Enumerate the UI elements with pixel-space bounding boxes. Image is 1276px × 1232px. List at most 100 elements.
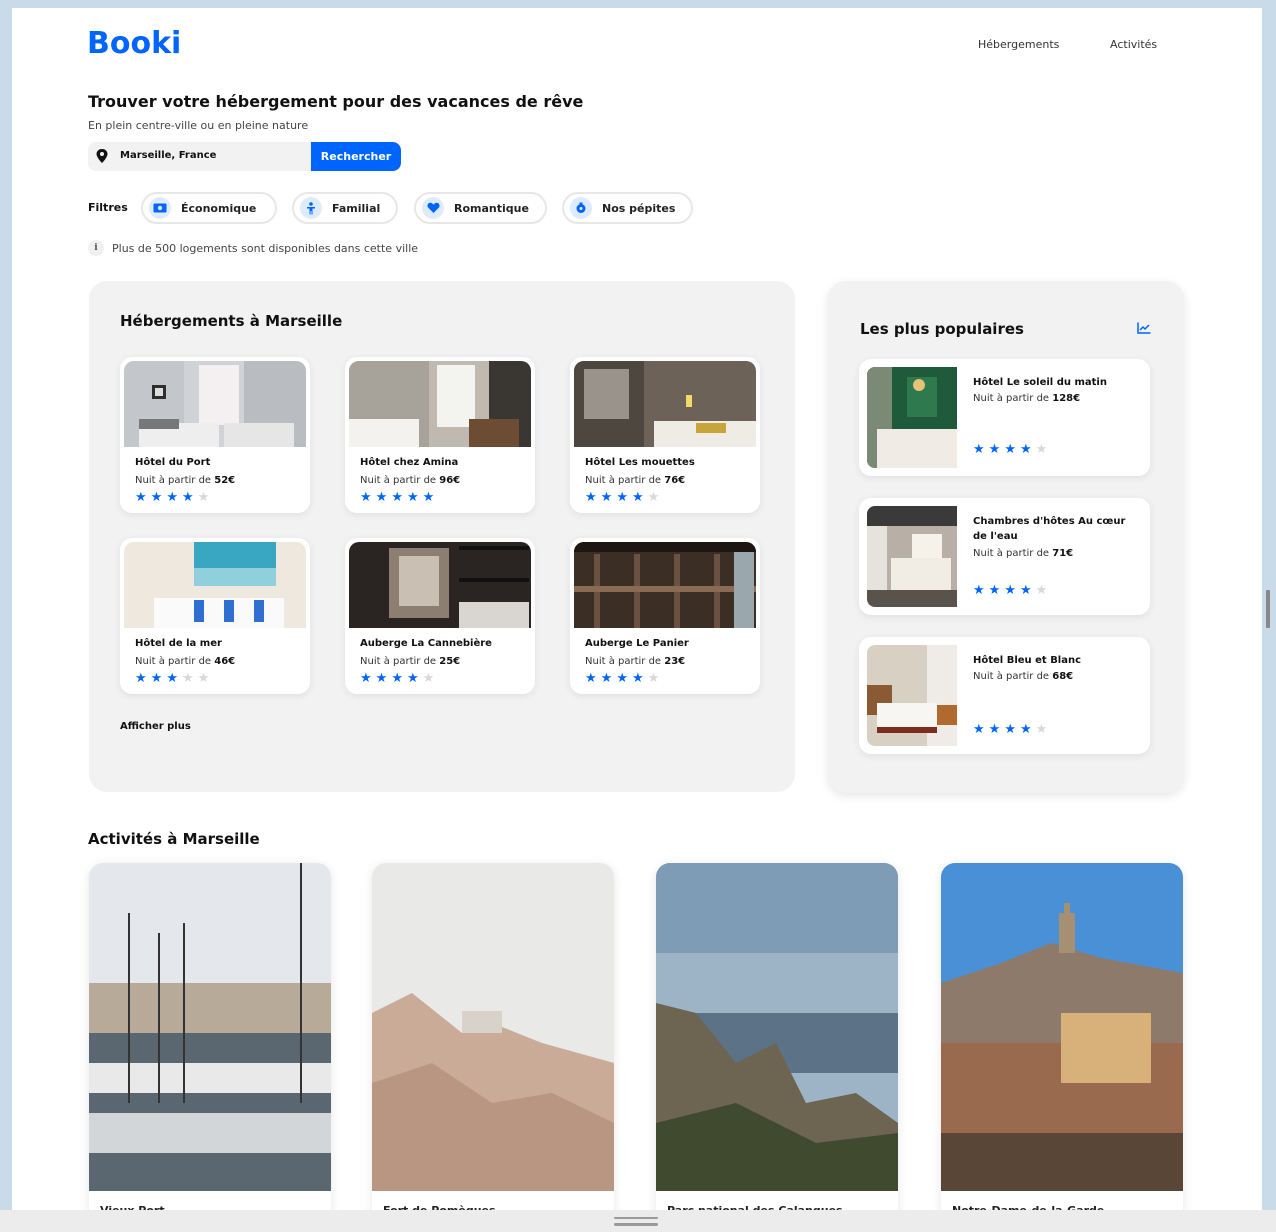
- price-prefix: Nuit à partir de: [585, 656, 665, 667]
- star-icon: ★: [1019, 442, 1032, 457]
- price-value: 76€: [664, 475, 686, 486]
- star-icon: ★: [181, 490, 194, 505]
- accommodations-title: Hébergements à Marseille: [120, 312, 343, 330]
- nav-link-hebergements[interactable]: Hébergements: [978, 38, 1059, 51]
- activity-card[interactable]: Vieux Port: [89, 863, 331, 1218]
- rating: ★ ★ ★ ★ ★: [135, 491, 209, 504]
- accommodation-card[interactable]: Hôtel de la mer Nuit à partir de 46€ ★ ★ ★…: [120, 538, 310, 694]
- star-icon: ★: [1019, 583, 1032, 598]
- price-value: 46€: [214, 656, 236, 667]
- activity-photo: [941, 863, 1183, 1191]
- hotel-photo: [349, 542, 531, 628]
- filter-chip-label: Nos pépites: [602, 201, 676, 215]
- star-icon: ★: [406, 671, 419, 686]
- popular-title: Les plus populaires: [860, 320, 1024, 338]
- popular-card[interactable]: Hôtel Le soleil du matin Nuit à partir d…: [859, 359, 1150, 476]
- popular-card[interactable]: Hôtel Bleu et Blanc Nuit à partir de 68€…: [859, 637, 1150, 754]
- star-icon: ★: [197, 490, 210, 505]
- show-more-link[interactable]: Afficher plus: [120, 721, 191, 732]
- activity-photo: [89, 863, 331, 1191]
- nav-link-activites[interactable]: Activités: [1110, 38, 1157, 51]
- activity-photo: [372, 863, 614, 1191]
- hotel-name: Auberge La Cannebière: [360, 638, 492, 649]
- filter-chip-familial[interactable]: Familial: [292, 192, 398, 224]
- activity-card[interactable]: Fort de Pomègues: [372, 863, 614, 1218]
- search-input[interactable]: Marseille, France: [120, 150, 216, 161]
- star-icon: ★: [631, 671, 644, 686]
- rating: ★ ★ ★ ★ ★: [973, 443, 1047, 456]
- price-prefix: Nuit à partir de: [360, 656, 440, 667]
- star-icon: ★: [585, 490, 597, 505]
- accommodation-card[interactable]: Hôtel du Port Nuit à partir de 52€ ★ ★ ★ ★ ★: [120, 357, 310, 513]
- search-button[interactable]: Rechercher: [311, 142, 401, 171]
- accommodation-card[interactable]: Hôtel Les mouettes Nuit à partir de 76€ …: [570, 357, 760, 513]
- star-icon: ★: [988, 583, 1001, 598]
- map-pin-icon: [96, 149, 108, 163]
- star-icon: ★: [135, 671, 147, 686]
- hotel-photo: [574, 361, 756, 447]
- price-prefix: Nuit à partir de: [135, 475, 215, 486]
- price-value: 25€: [439, 656, 461, 667]
- info-message: i Plus de 500 logements sont disponibles…: [88, 240, 418, 256]
- page: Booki Hébergements Activités Trouver vot…: [12, 8, 1262, 1218]
- star-icon: ★: [973, 583, 985, 598]
- hotel-photo: [349, 361, 531, 447]
- rating: ★ ★ ★ ★ ★: [585, 491, 659, 504]
- price-value: 68€: [1052, 671, 1074, 682]
- rating: ★ ★ ★ ★ ★: [360, 491, 434, 504]
- filters-label: Filtres: [88, 201, 128, 214]
- filter-chip-romantique[interactable]: Romantique: [414, 192, 547, 224]
- star-icon: ★: [600, 671, 613, 686]
- hotel-photo: [574, 542, 756, 628]
- hero-title: Trouver votre hébergement pour des vacan…: [88, 92, 584, 111]
- star-icon: ★: [973, 722, 985, 737]
- filter-chip-nos-pepites[interactable]: Nos pépites: [562, 192, 693, 224]
- filter-chip-economique[interactable]: Économique: [141, 192, 277, 224]
- rating: ★ ★ ★ ★ ★: [360, 672, 434, 685]
- popular-card[interactable]: Chambres d'hôtes Au cœur de l'eau Nuit à…: [859, 498, 1150, 615]
- star-icon: ★: [1004, 722, 1016, 737]
- accommodation-card[interactable]: Hôtel chez Amina Nuit à partir de 96€ ★ ★…: [345, 357, 535, 513]
- price-value: 52€: [214, 475, 236, 486]
- hotel-price: Nuit à partir de 128€: [973, 393, 1080, 404]
- hotel-photo: [867, 506, 957, 607]
- resize-handle[interactable]: [614, 1223, 658, 1226]
- bottom-bar: [0, 1210, 1276, 1232]
- rating: ★ ★ ★ ★ ★: [973, 584, 1047, 597]
- star-icon: ★: [360, 490, 372, 505]
- activities-title: Activités à Marseille: [88, 830, 260, 848]
- star-icon: ★: [1019, 722, 1032, 737]
- hotel-price: Nuit à partir de 96€: [360, 475, 460, 486]
- star-icon: ★: [166, 490, 178, 505]
- accommodation-card[interactable]: Auberge Le Panier Nuit à partir de 23€ ★…: [570, 538, 760, 694]
- rating: ★ ★ ★ ★ ★: [135, 672, 209, 685]
- activity-card[interactable]: Parc national des Calanques: [656, 863, 898, 1218]
- hotel-name: Auberge Le Panier: [585, 638, 689, 649]
- price-prefix: Nuit à partir de: [973, 671, 1053, 682]
- star-icon: ★: [360, 671, 372, 686]
- hotel-price: Nuit à partir de 23€: [585, 656, 685, 667]
- star-icon: ★: [391, 490, 403, 505]
- hotel-price: Nuit à partir de 46€: [135, 656, 235, 667]
- star-icon: ★: [1004, 583, 1016, 598]
- scrollbar-handle[interactable]: [1266, 590, 1270, 628]
- logo[interactable]: Booki: [87, 26, 181, 61]
- star-icon: ★: [375, 490, 388, 505]
- activity-card[interactable]: Notre-Dame-de-la-Garde: [941, 863, 1183, 1218]
- filter-chip-label: Économique: [181, 201, 257, 215]
- hotel-name: Hôtel de la mer: [135, 638, 222, 649]
- hotel-name: Chambres d'hôtes Au cœur de l'eau: [973, 516, 1126, 542]
- price-value: 71€: [1052, 548, 1074, 559]
- hotel-photo: [124, 542, 306, 628]
- hero-subtitle: En plein centre-ville ou en pleine natur…: [88, 119, 309, 132]
- hotel-photo: [867, 367, 957, 468]
- star-icon: ★: [150, 490, 163, 505]
- price-prefix: Nuit à partir de: [360, 475, 440, 486]
- person-icon: [300, 197, 322, 219]
- money-icon: [149, 197, 171, 219]
- star-icon: ★: [988, 442, 1001, 457]
- heart-icon: [422, 197, 444, 219]
- accommodation-card[interactable]: Auberge La Cannebière Nuit à partir de 2…: [345, 538, 535, 694]
- resize-handle[interactable]: [614, 1217, 658, 1219]
- star-icon: ★: [1035, 583, 1048, 598]
